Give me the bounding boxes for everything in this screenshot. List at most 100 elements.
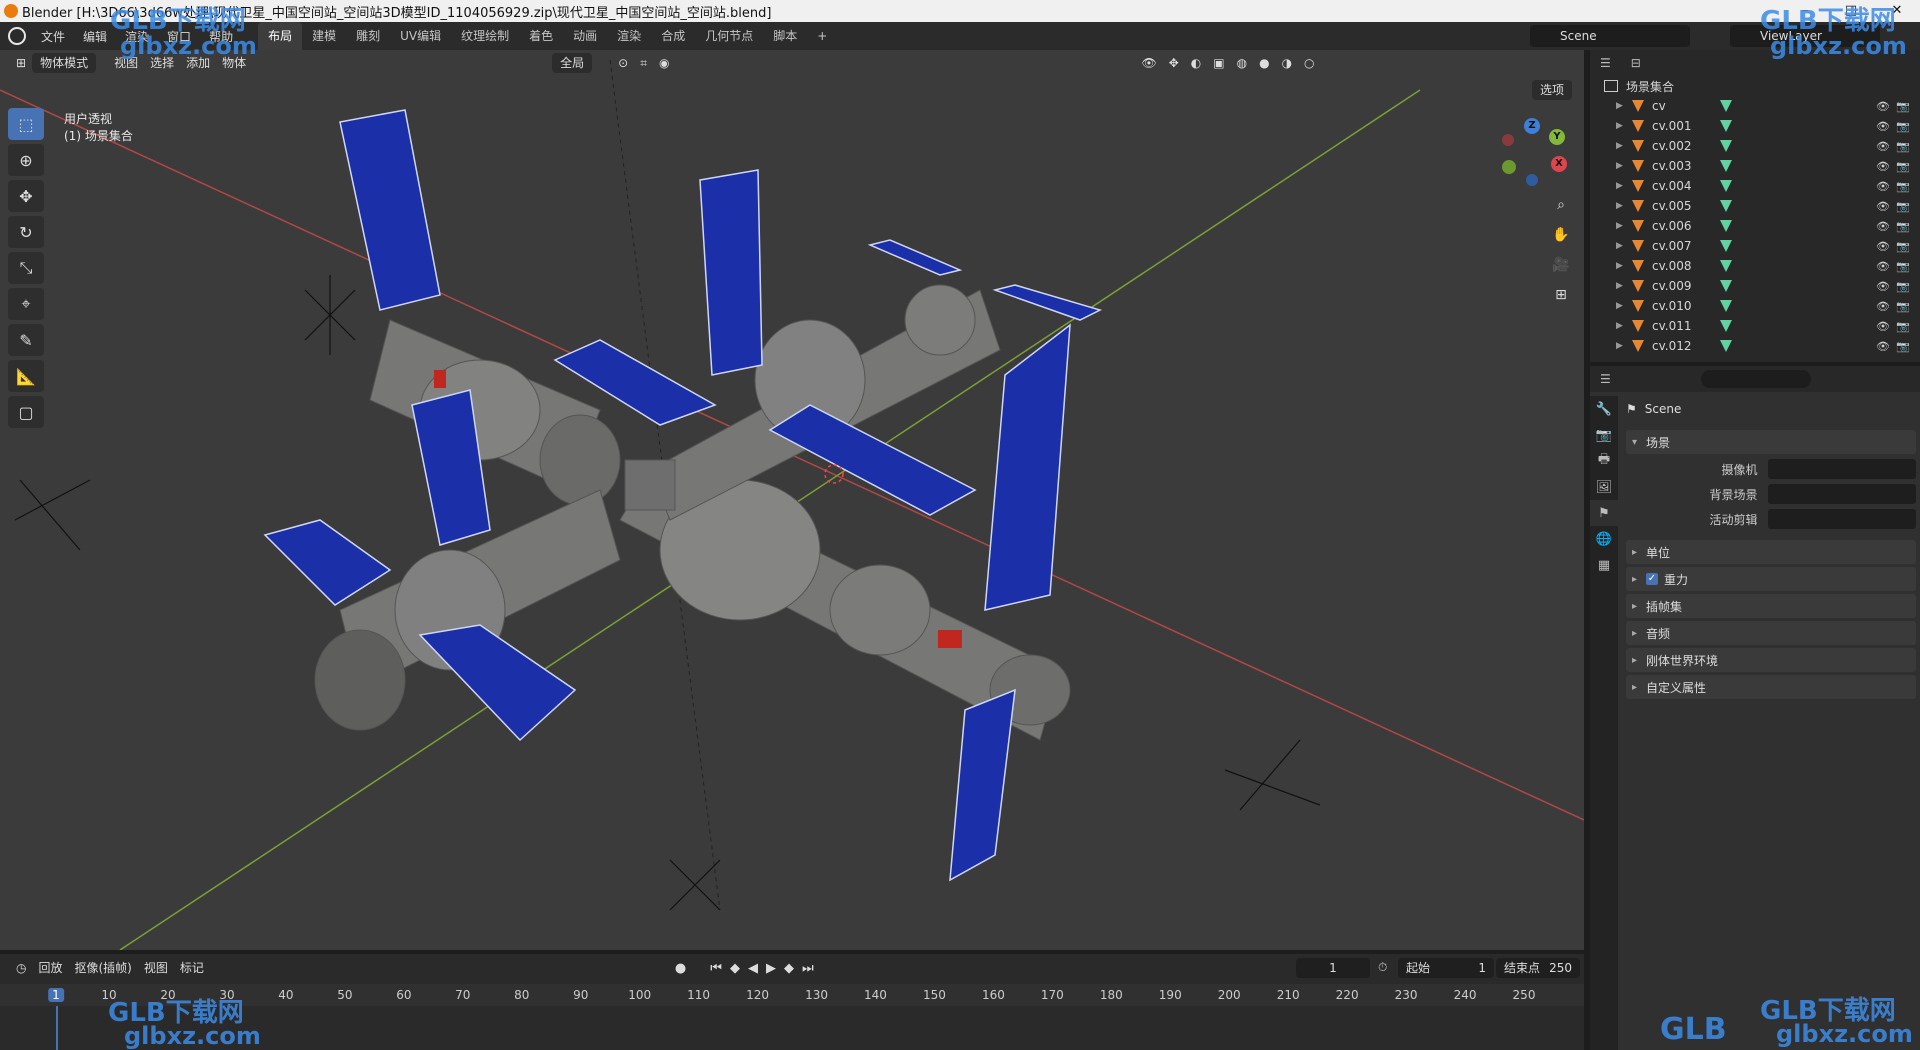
outliner-item[interactable]: ▶ cv.007 👁 📷 (1590, 236, 1920, 256)
custom-props-panel-header[interactable]: ▸ 自定义属性 (1626, 675, 1916, 699)
gizmo-icon[interactable]: ✥ (1163, 53, 1185, 73)
render-camera-icon[interactable]: 📷 (1896, 140, 1910, 153)
keying-sets-panel-header[interactable]: ▸ 插帧集 (1626, 594, 1916, 618)
scale-tool-icon[interactable]: ⤡ (8, 252, 44, 284)
tab-geometry-nodes[interactable]: 几何节点 (695, 22, 763, 50)
camera-field[interactable] (1767, 459, 1916, 479)
menu-file[interactable]: 文件 (32, 28, 74, 45)
xray-icon[interactable]: ▣ (1207, 53, 1230, 73)
expand-arrow-icon[interactable]: ▶ (1616, 201, 1626, 211)
render-camera-icon[interactable]: 📷 (1896, 240, 1910, 253)
axis-neg-z-icon[interactable] (1526, 174, 1538, 186)
jump-end-icon[interactable]: ⏭ (802, 961, 814, 976)
measure-tool-icon[interactable]: 📐 (8, 360, 44, 392)
snap-icon[interactable]: ⌗ (634, 53, 653, 73)
pivot-icon[interactable]: ⊙ (612, 53, 634, 73)
outliner-item[interactable]: ▶ cv.011 👁 📷 (1590, 316, 1920, 336)
eye-icon[interactable]: 👁 (1876, 220, 1890, 233)
render-camera-icon[interactable]: 📷 (1896, 320, 1910, 333)
menu-marker[interactable]: 标记 (174, 958, 210, 978)
tab-scripting[interactable]: 脚本 (763, 22, 807, 50)
eye-icon[interactable]: 👁 (1876, 100, 1890, 113)
play-icon[interactable]: ▶ (766, 961, 776, 976)
eye-icon[interactable]: 👁 (1876, 260, 1890, 273)
outliner-item[interactable]: ▶ cv.010 👁 📷 (1590, 296, 1920, 316)
texture-tab-icon[interactable]: ▦ (1590, 552, 1618, 578)
scene-panel-header[interactable]: ▾ 场景 (1626, 430, 1916, 454)
next-keyframe-icon[interactable]: ◆ (784, 961, 794, 976)
tab-texture-paint[interactable]: 纹理绘制 (451, 22, 519, 50)
gravity-panel-header[interactable]: ▸ ✓ 重力 (1626, 567, 1916, 591)
outliner-item[interactable]: ▶ cv.003 👁 📷 (1590, 156, 1920, 176)
jump-start-icon[interactable]: ⏮ (710, 961, 722, 976)
render-tab-icon[interactable]: 📷 (1590, 422, 1618, 448)
cursor-tool-icon[interactable]: ⊕ (8, 144, 44, 176)
transform-tool-icon[interactable]: ⌖ (8, 288, 44, 320)
perspective-grid-icon[interactable]: ⊞ (1548, 282, 1574, 308)
visibility-icon[interactable]: 👁 (1135, 53, 1162, 73)
tab-compositing[interactable]: 合成 (651, 22, 695, 50)
active-clip-field[interactable] (1767, 509, 1916, 529)
pan-hand-icon[interactable]: ✋ (1548, 222, 1574, 248)
select-box-tool-icon[interactable]: ⬚ (8, 108, 44, 140)
overlay-icon[interactable]: ◐ (1185, 53, 1207, 73)
prev-keyframe-icon[interactable]: ◆ (730, 961, 740, 976)
output-tab-icon[interactable]: 🖶 (1590, 448, 1618, 474)
end-frame-field[interactable]: 结束点 250 (1496, 958, 1580, 978)
outliner-item[interactable]: ▶ cv.005 👁 📷 (1590, 196, 1920, 216)
outliner-root[interactable]: 场景集合 (1590, 76, 1920, 96)
start-frame-field[interactable]: 起始 1 (1398, 958, 1494, 978)
solid-shading-icon[interactable]: ● (1253, 53, 1275, 73)
play-reverse-icon[interactable]: ◀ (748, 961, 758, 976)
tab-rendering[interactable]: 渲染 (607, 22, 651, 50)
outliner-item[interactable]: ▶ cv.009 👁 📷 (1590, 276, 1920, 296)
scene-selector[interactable]: Scene (1530, 25, 1690, 47)
tab-animation[interactable]: 动画 (563, 22, 607, 50)
expand-arrow-icon[interactable]: ▶ (1616, 121, 1626, 131)
axis-z-icon[interactable]: Z (1524, 118, 1540, 134)
menu-playback[interactable]: 回放 (32, 958, 68, 978)
axis-y-icon[interactable]: Y (1549, 129, 1565, 145)
axis-neg-x-icon[interactable] (1502, 134, 1514, 146)
eye-icon[interactable]: 👁 (1876, 320, 1890, 333)
rotate-tool-icon[interactable]: ↻ (8, 216, 44, 248)
expand-arrow-icon[interactable]: ▶ (1616, 141, 1626, 151)
render-camera-icon[interactable]: 📷 (1896, 260, 1910, 273)
add-workspace-button[interactable]: + (807, 22, 837, 50)
expand-arrow-icon[interactable]: ▶ (1616, 321, 1626, 331)
tab-uv-editing[interactable]: UV编辑 (390, 22, 451, 50)
blender-menu-icon[interactable] (8, 27, 26, 45)
audio-panel-header[interactable]: ▸ 音频 (1626, 621, 1916, 645)
outliner-item[interactable]: ▶ cv.001 👁 📷 (1590, 116, 1920, 136)
eye-icon[interactable]: 👁 (1876, 140, 1890, 153)
units-panel-header[interactable]: ▸ 单位 (1626, 540, 1916, 564)
proportional-edit-icon[interactable]: ◉ (653, 53, 675, 73)
add-cube-tool-icon[interactable]: ▢ (8, 396, 44, 428)
outliner-item[interactable]: ▶ cv.006 👁 📷 (1590, 216, 1920, 236)
eye-icon[interactable]: 👁 (1876, 180, 1890, 193)
camera-view-icon[interactable]: 🎥 (1548, 252, 1574, 278)
render-camera-icon[interactable]: 📷 (1896, 120, 1910, 133)
expand-arrow-icon[interactable]: ▶ (1616, 161, 1626, 171)
outliner-filter-icon[interactable]: ⊟ (1631, 56, 1641, 70)
move-tool-icon[interactable]: ✥ (8, 180, 44, 212)
render-camera-icon[interactable]: 📷 (1896, 180, 1910, 193)
render-camera-icon[interactable]: 📷 (1896, 100, 1910, 113)
tool-tab-icon[interactable]: 🔧 (1590, 396, 1618, 422)
outliner-item[interactable]: ▶ cv.002 👁 📷 (1590, 136, 1920, 156)
mode-dropdown[interactable]: 物体模式 (32, 53, 97, 73)
wireframe-shading-icon[interactable]: ◍ (1231, 53, 1253, 73)
material-shading-icon[interactable]: ◑ (1276, 53, 1298, 73)
rigid-body-panel-header[interactable]: ▸ 刚体世界环境 (1626, 648, 1916, 672)
scene-tab-icon[interactable]: ⚑ (1590, 500, 1618, 526)
menu-keying[interactable]: 抠像(插帧) (69, 958, 138, 978)
menu-timeline-view[interactable]: 视图 (138, 958, 174, 978)
properties-search-input[interactable] (1700, 370, 1811, 388)
eye-icon[interactable]: 👁 (1876, 160, 1890, 173)
view-layer-tab-icon[interactable]: 🖼 (1590, 474, 1618, 500)
zoom-icon[interactable]: ⌕ (1548, 192, 1574, 218)
current-frame-field[interactable]: 1 (1296, 958, 1370, 978)
outliner-item[interactable]: ▶ cv.008 👁 📷 (1590, 256, 1920, 276)
eye-icon[interactable]: 👁 (1876, 280, 1890, 293)
expand-arrow-icon[interactable]: ▶ (1616, 181, 1626, 191)
